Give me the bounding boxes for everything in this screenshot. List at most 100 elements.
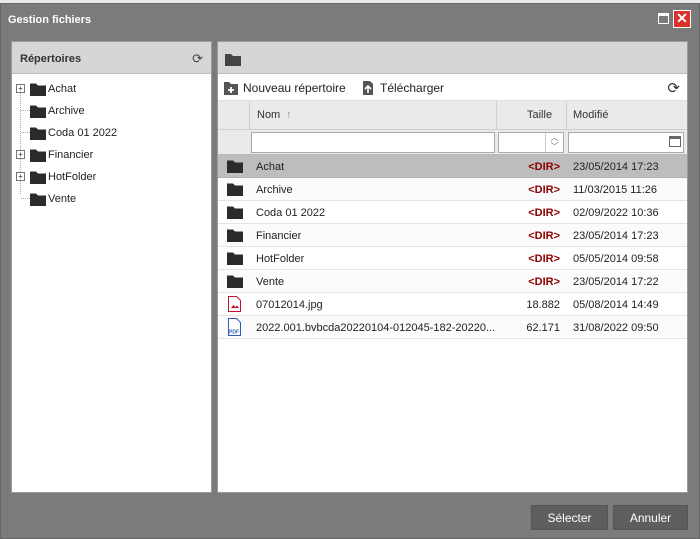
file-size: 62.171	[526, 322, 560, 334]
file-row[interactable]: Achat <DIR> 23/05/2014 17:23	[218, 155, 687, 178]
folder-icon	[30, 83, 46, 96]
folder-icon	[227, 275, 243, 288]
file-modified: 23/05/2014 17:22	[573, 276, 659, 288]
directories-title: Répertoires	[20, 53, 82, 65]
size-filter-input[interactable]: ︿ ﹀	[498, 132, 564, 153]
file-row[interactable]: HotFolder <DIR> 05/05/2014 09:58	[218, 247, 687, 270]
file-row[interactable]: Coda 01 2022 <DIR> 02/09/2022 10:36	[218, 201, 687, 224]
tree-item[interactable]: Archive	[12, 100, 211, 122]
sort-asc-icon: ↑	[286, 109, 292, 121]
select-button[interactable]: Sélecter	[531, 505, 608, 530]
file-name: 2022.001.bvbcda20220104-012045-182-20220…	[256, 322, 496, 334]
size-stepper[interactable]: ︿ ﹀	[545, 133, 563, 152]
file-name: Vente	[256, 276, 285, 288]
icon-column-header	[218, 101, 249, 130]
tree-connector	[21, 110, 30, 111]
upload-button[interactable]: Télécharger	[361, 81, 444, 95]
tree-item[interactable]: Vente	[12, 188, 211, 210]
file-modified: 02/09/2022 10:36	[573, 207, 659, 219]
file-modified: 31/08/2022 09:50	[573, 322, 659, 334]
file-row[interactable]: 07012014.jpg 18.882 05/08/2014 14:49	[218, 293, 687, 316]
upload-label: Télécharger	[380, 81, 445, 95]
tree-item[interactable]: Coda 01 2022	[12, 122, 211, 144]
calendar-icon[interactable]	[669, 136, 681, 147]
folder-icon	[227, 160, 243, 173]
file-list: Achat <DIR> 23/05/2014 17:23 Archive <DIR> 11…	[218, 155, 687, 339]
column-modified-label: Modifié	[573, 109, 609, 121]
tree-item-label: HotFolder	[48, 171, 97, 183]
dialog-titlebar: Gestion fichiers ✕	[1, 4, 699, 36]
directory-tree: + Achat Archive Coda 01 2022 + Financier + HotF…	[12, 74, 211, 210]
folder-icon	[227, 229, 243, 242]
folder-icon	[30, 127, 46, 140]
file-size: <DIR>	[528, 253, 560, 265]
pdf-file-icon: PDF	[227, 318, 242, 339]
folder-icon	[30, 105, 46, 118]
tree-item[interactable]: + Financier	[12, 144, 211, 166]
folder-icon	[30, 171, 46, 184]
upload-icon	[363, 81, 373, 95]
name-filter-input[interactable]	[251, 132, 495, 153]
files-header	[218, 42, 687, 74]
folder-icon	[30, 193, 46, 206]
filter-row: ︿ ﹀	[218, 130, 687, 155]
file-modified: 11/03/2015 11:26	[573, 184, 658, 196]
tree-item-label: Vente	[48, 193, 77, 205]
svg-text:PDF: PDF	[229, 330, 239, 336]
file-name: Financier	[256, 230, 302, 242]
maximize-icon[interactable]	[658, 13, 669, 24]
tree-item-label: Coda 01 2022	[48, 127, 118, 139]
file-modified: 23/05/2014 17:23	[573, 161, 659, 173]
cancel-button[interactable]: Annuler	[613, 505, 688, 530]
file-name: Coda 01 2022	[256, 207, 326, 219]
expand-icon[interactable]: +	[16, 172, 25, 181]
column-size-label: Taille	[527, 109, 553, 121]
folder-icon	[227, 206, 243, 219]
tree-item-label: Achat	[48, 83, 77, 95]
file-modified: 05/08/2014 14:49	[573, 299, 659, 311]
grid-header: Nom ↑ Taille Modifié	[218, 101, 687, 130]
file-modified: 23/05/2014 17:23	[573, 230, 659, 242]
file-size: <DIR>	[528, 184, 560, 196]
date-filter-input[interactable]	[568, 132, 684, 153]
column-header-name[interactable]: Nom ↑	[249, 101, 496, 130]
folder-icon	[225, 53, 241, 66]
tree-item-label: Financier	[48, 149, 94, 161]
new-folder-label: Nouveau répertoire	[243, 81, 346, 95]
dialog-title: Gestion fichiers	[8, 14, 92, 26]
folder-icon	[30, 149, 46, 162]
tree-item[interactable]: + Achat	[12, 78, 211, 100]
tree-connector	[21, 198, 30, 199]
folder-icon	[227, 183, 243, 196]
file-row[interactable]: Archive <DIR> 11/03/2015 11:26	[218, 178, 687, 201]
new-folder-button[interactable]: Nouveau répertoire	[224, 81, 346, 95]
files-panel: Nouveau répertoire Télécharger ⟳ Nom ↑ T…	[217, 41, 688, 493]
refresh-icon[interactable]: ⟳	[192, 51, 203, 67]
tree-connector	[21, 132, 30, 133]
close-button[interactable]: ✕	[673, 10, 691, 28]
folder-icon	[227, 252, 243, 265]
file-row[interactable]: PDF 2022.001.bvbcda20220104-012045-182-20…	[218, 316, 687, 339]
file-size: <DIR>	[528, 230, 560, 242]
add-folder-icon	[224, 82, 238, 95]
file-name: HotFolder	[256, 253, 305, 265]
file-row[interactable]: Vente <DIR> 23/05/2014 17:22	[218, 270, 687, 293]
file-size: <DIR>	[528, 161, 560, 173]
image-file-icon	[228, 296, 241, 315]
expand-icon[interactable]: +	[16, 84, 25, 93]
file-size: 18.882	[526, 299, 560, 311]
tree-item[interactable]: + HotFolder	[12, 166, 211, 188]
file-size: <DIR>	[528, 207, 560, 219]
file-modified: 05/05/2014 09:58	[573, 253, 659, 265]
file-row[interactable]: Financier <DIR> 23/05/2014 17:23	[218, 224, 687, 247]
column-name-label: Nom	[257, 109, 281, 121]
file-name: Achat	[256, 161, 285, 173]
column-header-modified[interactable]: Modifié	[566, 101, 687, 130]
refresh-icon[interactable]: ⟳	[667, 79, 680, 97]
file-name: 07012014.jpg	[256, 299, 323, 311]
directories-header: Répertoires ⟳	[12, 42, 211, 74]
column-header-size[interactable]: Taille	[496, 101, 566, 130]
tree-item-label: Archive	[48, 105, 85, 117]
expand-icon[interactable]: +	[16, 150, 25, 159]
directories-panel: Répertoires ⟳ + Achat Archive Coda 01 2022 +…	[11, 41, 212, 493]
